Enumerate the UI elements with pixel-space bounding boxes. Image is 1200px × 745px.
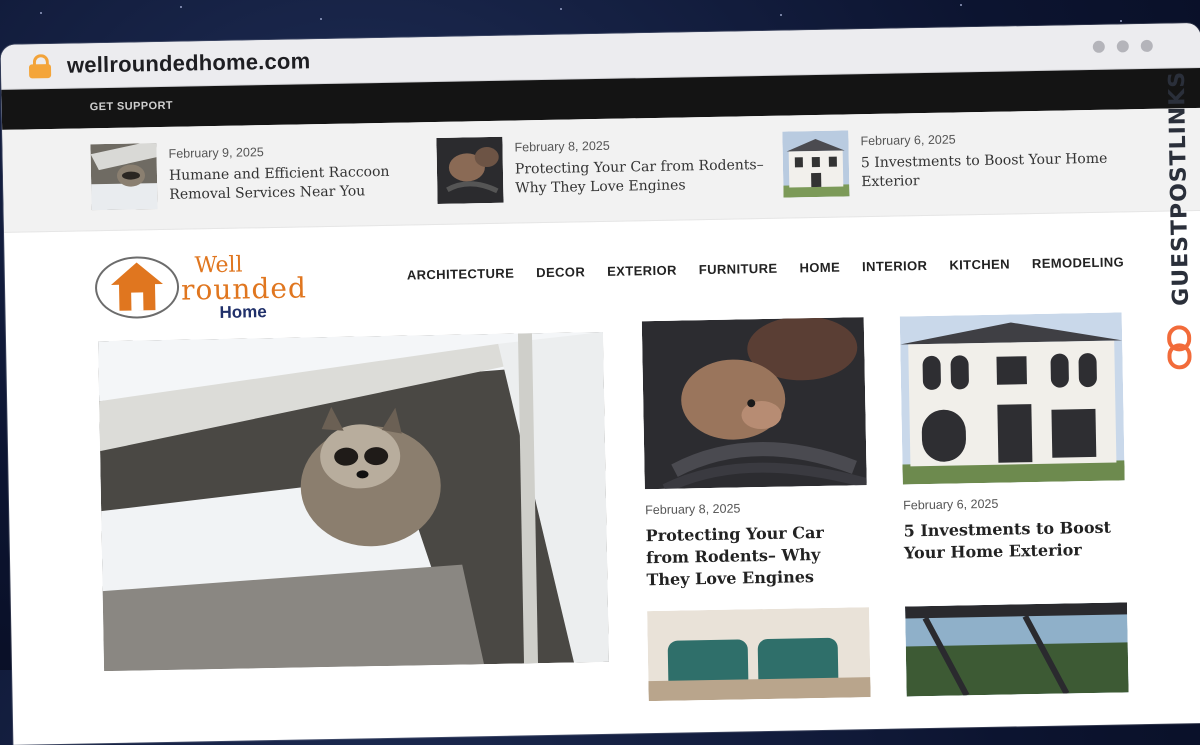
get-support-link[interactable]: GET SUPPORT (90, 100, 173, 114)
ticker-item[interactable]: February 6, 2025 5 Investments to Boost … (782, 126, 1113, 202)
nav-remodeling[interactable]: REMODELING (1032, 254, 1124, 271)
nav-furniture[interactable]: FURNITURE (699, 261, 778, 277)
article-date: February 6, 2025 (903, 496, 999, 513)
featured-raccoon-image[interactable] (98, 331, 609, 672)
nav-architecture[interactable]: ARCHITECTURE (407, 266, 515, 283)
ticker-title[interactable]: 5 Investments to Boost Your Home Exterio… (861, 149, 1122, 192)
house-thumbnail[interactable] (782, 130, 850, 198)
rodent-image[interactable] (641, 317, 867, 490)
ticker-title[interactable]: Humane and Efficient Raccoon Removal Ser… (169, 162, 430, 205)
raccoon-thumbnail[interactable] (90, 143, 158, 211)
screenshot-stage: wellroundedhome.com GET SUPPORT February… (0, 0, 1200, 745)
nav-decor[interactable]: DECOR (536, 264, 585, 280)
window-dot-icon[interactable] (1092, 40, 1105, 53)
window-dot-icon[interactable] (1140, 39, 1153, 53)
rodent-thumbnail[interactable] (436, 136, 504, 204)
ticker-date: February 6, 2025 (860, 132, 956, 149)
address-bar-url[interactable]: wellroundedhome.com (67, 48, 311, 78)
content-grid: February 8, 2025 Protecting Your Car fro… (6, 311, 1200, 745)
article-card[interactable] (905, 602, 1129, 697)
nav-exterior[interactable]: EXTERIOR (607, 263, 677, 279)
nav-interior[interactable]: INTERIOR (862, 258, 928, 274)
house-exterior-image[interactable] (899, 312, 1125, 485)
logo-text-home: Home (219, 302, 267, 322)
article-card[interactable] (647, 607, 871, 702)
bedroom-image[interactable] (647, 607, 871, 702)
pergola-image[interactable] (905, 602, 1129, 697)
nav-home[interactable]: HOME (799, 260, 840, 276)
window-controls (1092, 39, 1153, 53)
site-logo[interactable]: Well rounded Home (94, 249, 335, 323)
ticker-item[interactable]: February 8, 2025 Protecting Your Car fro… (436, 132, 767, 208)
house-icon (111, 262, 163, 311)
main-navigation: ARCHITECTURE DECOR EXTERIOR FURNITURE HO… (407, 254, 1124, 282)
article-card[interactable]: February 6, 2025 5 Investments to Boost … (899, 312, 1127, 564)
article-date: February 8, 2025 (645, 501, 741, 518)
nav-kitchen[interactable]: KITCHEN (949, 256, 1010, 272)
ticker-date: February 9, 2025 (168, 145, 264, 161)
window-dot-icon[interactable] (1116, 40, 1129, 53)
watermark-text: GUESTPOSTLINKS (1164, 70, 1195, 307)
logo-text-rounded: rounded (180, 271, 308, 307)
browser-window: wellroundedhome.com GET SUPPORT February… (0, 22, 1200, 745)
article-title[interactable]: 5 Investments to Boost Your Home Exterio… (903, 516, 1124, 564)
article-title[interactable]: Protecting Your Car from Rodents– Why Th… (645, 521, 866, 591)
watermark-brand: GUESTPOSTLINKS (1157, 71, 1198, 380)
ticker-item[interactable]: February 9, 2025 Humane and Efficient Ra… (90, 138, 421, 214)
link-chain-icon (1167, 325, 1192, 370)
lock-icon (28, 54, 52, 79)
article-card[interactable]: February 8, 2025 Protecting Your Car fro… (641, 317, 869, 591)
ticker-title[interactable]: Protecting Your Car from Rodents– Why Th… (515, 156, 776, 199)
ticker-date: February 8, 2025 (514, 138, 610, 155)
